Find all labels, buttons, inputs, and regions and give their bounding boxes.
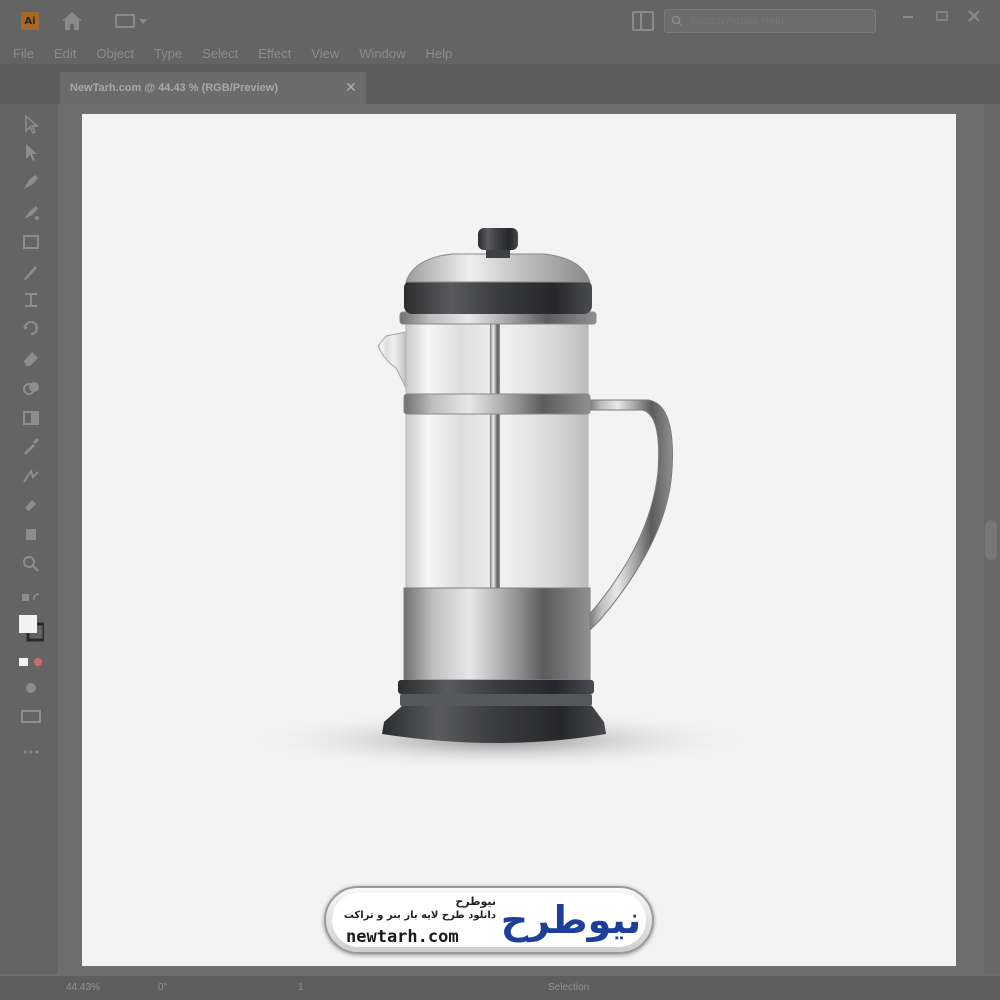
handle	[587, 399, 673, 634]
watermark-inner: نیوطرح دانلود طرح لایه باز بنر و تراکت n…	[332, 893, 646, 947]
lid-band	[404, 280, 592, 314]
french-press-illustration	[245, 228, 755, 770]
middle-band	[403, 393, 591, 415]
base-ring	[398, 680, 594, 694]
tool-mode[interactable]: Selection	[548, 982, 589, 993]
lid-dome	[405, 253, 591, 283]
watermark-logo-text: نیوطرح	[500, 898, 642, 942]
plunger-rod	[490, 322, 500, 590]
metal-base-sleeve	[403, 587, 591, 681]
status-bar: 44.43% 0° 1 Selection	[0, 976, 1000, 1000]
zoom-level[interactable]: 44.43%	[66, 982, 100, 993]
rotation-value[interactable]: 0°	[158, 982, 168, 993]
base-foot	[382, 706, 606, 743]
watermark-badge: نیوطرح دانلود طرح لایه باز بنر و تراکت n…	[324, 886, 654, 954]
watermark-brand: نیوطرح	[455, 895, 496, 908]
watermark-site: newtarh.com	[346, 927, 459, 947]
spout	[377, 331, 407, 389]
watermark-logo: نیوطرح	[500, 897, 642, 943]
knob	[478, 228, 518, 250]
artboard-number[interactable]: 1	[298, 982, 304, 993]
watermark-tagline: دانلود طرح لایه باز بنر و تراکت	[343, 910, 496, 921]
base-ring-2	[400, 694, 592, 706]
